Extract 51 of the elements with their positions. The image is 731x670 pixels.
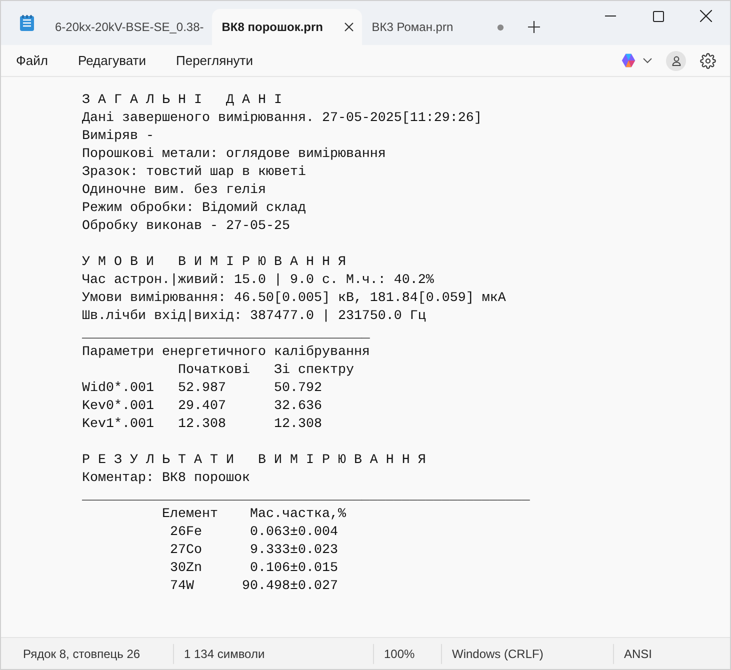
menu-item[interactable]: Редагувати — [68, 46, 155, 74]
maximize-icon[interactable] — [652, 10, 664, 22]
text-line: Дані завершеного вимірювання. 27-05-2025[11:29:26] — [82, 110, 482, 128]
text-line: Одиночне вим. без гелія — [82, 182, 266, 200]
menu-item[interactable]: Файл — [7, 46, 57, 74]
status-text: ANSI — [624, 646, 652, 662]
close-icon[interactable] — [700, 10, 712, 22]
unsaved-dot-icon — [496, 24, 504, 30]
text-line: Р Е З У Л Ь Т А Т И В И М І Р Ю В А Н Н Я — [82, 452, 426, 470]
file-tab[interactable]: ВК8 порошок.prn — [212, 9, 362, 45]
tab-title: ВК3 Роман.prn — [372, 19, 454, 36]
text-line: З А Г А Л Ь Н І Д А Н І — [82, 92, 282, 110]
text-line: 27Co 9.333±0.023 — [168, 542, 338, 560]
status-text: 1 134 символи — [184, 646, 265, 662]
text-line: Зразок: товстий шар в кюветі — [82, 164, 306, 182]
text-line: Kev0*.001 29.407 32.636 — [82, 398, 322, 416]
tab-title: ВК8 порошок.prn — [222, 19, 324, 36]
text-line: ________________________________________________________ — [82, 488, 530, 506]
text-line: Елемент Мас.частка,% — [160, 506, 346, 524]
text-line: Обробку виконав - 27-05-25 — [82, 218, 290, 236]
text-line: Параметри енергетичного калібрування — [82, 344, 370, 362]
text-line: У М О В И В И М І Р Ю В А Н Н Я — [82, 254, 346, 272]
status-text: 100% — [384, 646, 415, 662]
text-line: Wid0*.001 52.987 50.792 — [82, 380, 322, 398]
menu-item[interactable]: Переглянути — [167, 46, 262, 74]
text-line: Час астрон.|живий: 15.0 | 9.0 с. М.ч.: 40.2% — [82, 272, 434, 290]
status-text: Рядок 8, стовпець 26 — [23, 646, 140, 662]
text-line: 26Fe 0.063±0.004 — [168, 524, 338, 542]
text-line: Початкові Зі спектру — [176, 362, 354, 380]
text-line: 74W 90.498±0.027 — [168, 578, 338, 596]
status-text: Windows (CRLF) — [452, 646, 544, 662]
settings-icon[interactable] — [700, 52, 716, 68]
copilot-icon[interactable] — [620, 52, 637, 69]
text-line: Шв.лічби вхід|вихід: 387477.0 | 231750.0 Гц — [82, 308, 426, 326]
chevron-down-icon[interactable] — [643, 58, 652, 64]
text-line: Kev1*.001 12.308 12.308 — [82, 416, 322, 434]
account-icon[interactable] — [666, 50, 686, 70]
text-line: Коментар: ВК8 порошок — [82, 470, 250, 488]
minimize-icon[interactable] — [604, 15, 616, 17]
text-line: Умови вимірювання: 46.50[0.005] кВ, 181.84[0.059] мкА — [82, 290, 506, 308]
text-line: 30Zn 0.106±0.015 — [168, 560, 338, 578]
plus-icon[interactable] — [528, 21, 540, 33]
tab-title: 6-20kx-20kV-BSE-SE_0.38- — [55, 19, 204, 36]
file-tab[interactable]: ВК3 Роман.prn — [362, 9, 512, 45]
text-line: ____________________________________ — [82, 326, 370, 344]
notepad-icon — [19, 14, 35, 32]
text-line: Режим обробки: Відомий склад — [82, 200, 306, 218]
text-line: Виміряв - — [82, 128, 154, 146]
text-line: Порошкові метали: оглядове вимірювання — [82, 146, 386, 164]
file-tab[interactable]: 6-20kx-20kV-BSE-SE_0.38- — [45, 9, 212, 45]
close-icon[interactable] — [344, 22, 354, 32]
